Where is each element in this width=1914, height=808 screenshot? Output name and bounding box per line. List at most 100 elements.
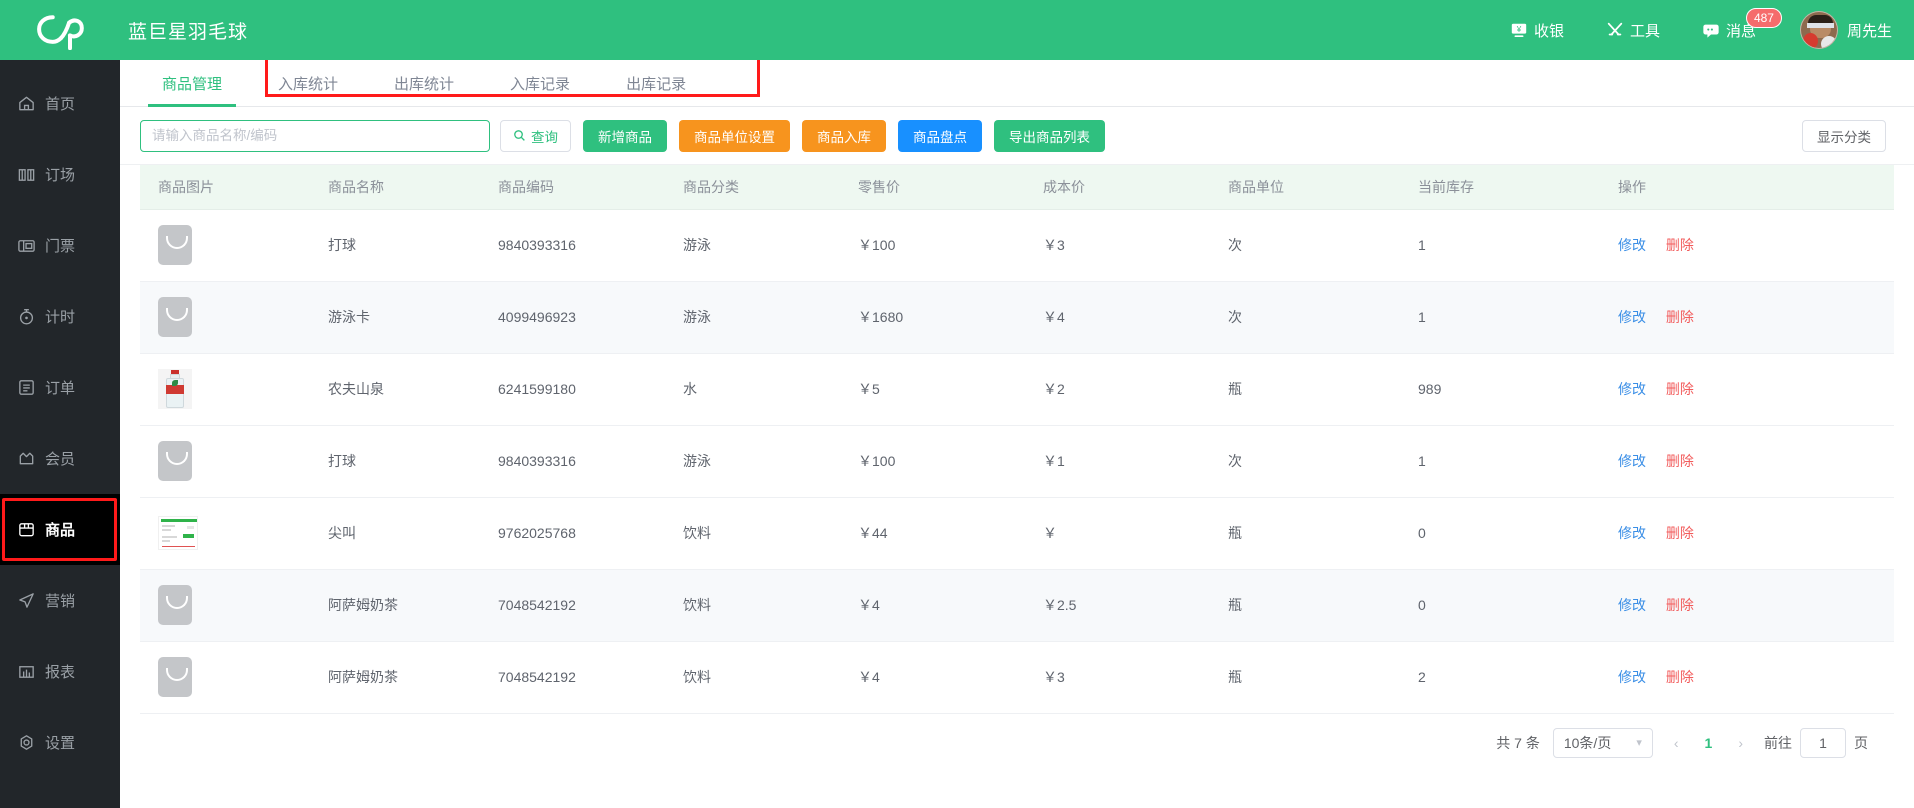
brand-title: 蓝巨星羽毛球 [128, 21, 249, 43]
cell-code: 9840393316 [480, 209, 665, 282]
placeholder-thumb-icon[interactable] [158, 657, 192, 697]
top-header: 蓝巨星羽毛球 ¥ 收银 工具 消息 487 周先生 [0, 0, 1914, 60]
edit-link[interactable]: 修改 [1618, 669, 1646, 685]
app-logo[interactable] [0, 0, 120, 60]
header-item-tools[interactable]: 工具 [1606, 20, 1660, 41]
water-bottle-thumb-icon[interactable] [158, 369, 192, 409]
sidebar-item-goods[interactable]: 商品 [0, 494, 120, 565]
ticket-icon [17, 236, 36, 255]
edit-link[interactable]: 修改 [1618, 237, 1646, 253]
header-item-message[interactable]: 消息 487 [1702, 7, 1782, 41]
page-size-value: 10条/页 [1563, 734, 1612, 751]
delete-link[interactable]: 删除 [1666, 381, 1694, 397]
edit-link[interactable]: 修改 [1618, 525, 1646, 541]
delete-link[interactable]: 删除 [1666, 525, 1694, 541]
sidebar-item-order[interactable]: 订单 [0, 352, 120, 423]
tab-inbound-stats[interactable]: 入库统计 [264, 60, 352, 106]
cell-image [140, 641, 310, 714]
sidebar-item-home[interactable]: 首页 [0, 68, 120, 139]
table-header-row: 商品图片 商品名称 商品编码 商品分类 零售价 成本价 商品单位 当前库存 操作 [140, 165, 1894, 210]
sidebar-item-settings[interactable]: 设置 [0, 707, 120, 778]
cell-code: 9762025768 [480, 497, 665, 570]
placeholder-thumb-icon[interactable] [158, 441, 192, 481]
booking-icon [17, 165, 36, 184]
cell-unit: 瓶 [1210, 641, 1400, 714]
app-root: 蓝巨星羽毛球 ¥ 收银 工具 消息 487 周先生 首页 订场 门票 计时 订单… [0, 0, 1914, 808]
edit-link[interactable]: 修改 [1618, 453, 1646, 469]
delete-link[interactable]: 删除 [1666, 669, 1694, 685]
delete-link[interactable]: 删除 [1666, 453, 1694, 469]
product-table: 商品图片 商品名称 商品编码 商品分类 零售价 成本价 商品单位 当前库存 操作 [140, 165, 1894, 714]
report-icon [17, 662, 36, 681]
delete-link[interactable]: 删除 [1666, 237, 1694, 253]
search-input[interactable] [140, 119, 490, 152]
page-size-select[interactable]: 10条/页 ▾ [1552, 727, 1653, 758]
prev-page-button[interactable]: ‹ [1666, 735, 1687, 751]
table-row[interactable]: 阿萨姆奶茶 7048542192 饮料 ￥4 ￥2.5 瓶 0 修改 删除 [140, 569, 1894, 642]
table-row[interactable]: 尖叫 9762025768 饮料 ￥44 ￥ 瓶 0 修改 删除 [140, 497, 1894, 570]
cell-code: 6241599180 [480, 353, 665, 426]
placeholder-thumb-icon[interactable] [158, 225, 192, 265]
cell-stock: 2 [1400, 641, 1600, 714]
sidebar-item-timer[interactable]: 计时 [0, 281, 120, 352]
timer-icon [17, 307, 36, 326]
cell-image [140, 569, 310, 642]
delete-link[interactable]: 删除 [1666, 309, 1694, 325]
sidebar-item-member[interactable]: 会员 [0, 423, 120, 494]
header-item-cashier[interactable]: ¥ 收银 [1510, 20, 1564, 41]
table-row[interactable]: 游泳卡 4099496923 游泳 ￥1680 ￥4 次 1 修改 删除 [140, 281, 1894, 354]
cell-stock: 0 [1400, 569, 1600, 642]
edit-link[interactable]: 修改 [1618, 309, 1646, 325]
cell-category: 饮料 [665, 569, 840, 642]
header-actions: ¥ 收银 工具 消息 487 周先生 [1468, 7, 1914, 49]
tab-product-management[interactable]: 商品管理 [148, 60, 237, 107]
next-page-button[interactable]: › [1730, 735, 1751, 751]
delete-link[interactable]: 删除 [1666, 597, 1694, 613]
avatar [1799, 11, 1838, 49]
user-menu[interactable]: 周先生 [1799, 11, 1892, 49]
placeholder-thumb-icon[interactable] [158, 297, 192, 337]
sidebar-item-booking[interactable]: 订场 [0, 139, 120, 210]
edit-link[interactable]: 修改 [1618, 597, 1646, 613]
col-cost: 成本价 [1025, 165, 1210, 210]
col-category: 商品分类 [665, 165, 840, 210]
product-unit-settings-button[interactable]: 商品单位设置 [679, 119, 790, 152]
sidebar-item-report[interactable]: 报表 [0, 636, 120, 707]
tab-outbound-stats[interactable]: 出库统计 [380, 60, 468, 106]
cell-price: ￥4 [840, 641, 1025, 714]
sidebar-item-label: 商品 [45, 522, 76, 539]
sidebar-item-label: 门票 [45, 238, 76, 255]
tab-inbound-records[interactable]: 入库记录 [496, 60, 584, 106]
sidebar-item-marketing[interactable]: 营销 [0, 565, 120, 636]
tab-label: 出库统计 [394, 75, 455, 93]
message-badge: 487 [1745, 7, 1782, 28]
marketing-icon [17, 591, 36, 610]
add-product-button[interactable]: 新增商品 [583, 119, 667, 152]
edit-link[interactable]: 修改 [1618, 381, 1646, 397]
document-thumb-icon[interactable] [158, 516, 198, 550]
page-number-1[interactable]: 1 [1700, 735, 1718, 751]
tab-outbound-records[interactable]: 出库记录 [612, 60, 700, 106]
table-row[interactable]: 农夫山泉 6241599180 水 ￥5 ￥2 瓶 989 修改 删除 [140, 353, 1894, 426]
table-row[interactable]: 打球 9840393316 游泳 ￥100 ￥1 次 1 修改 删除 [140, 425, 1894, 498]
query-button[interactable]: 查询 [500, 119, 571, 152]
order-icon [17, 378, 36, 397]
cell-price: ￥44 [840, 497, 1025, 570]
placeholder-thumb-icon[interactable] [158, 585, 192, 625]
col-image: 商品图片 [140, 165, 310, 210]
table-row[interactable]: 打球 9840393316 游泳 ￥100 ￥3 次 1 修改 删除 [140, 209, 1894, 282]
sidebar-item-ticket[interactable]: 门票 [0, 210, 120, 281]
show-category-button[interactable]: 显示分类 [1802, 119, 1886, 152]
product-inbound-button[interactable]: 商品入库 [802, 119, 886, 152]
toolbar: 查询 新增商品 商品单位设置 商品入库 商品盘点 导出商品列表 显示分类 [120, 107, 1914, 165]
cell-actions: 修改 删除 [1600, 425, 1894, 498]
jump-label: 前往 [1764, 734, 1792, 751]
cell-cost: ￥2 [1025, 353, 1210, 426]
table-row[interactable]: 阿萨姆奶茶 7048542192 饮料 ￥4 ￥3 瓶 2 修改 删除 [140, 641, 1894, 714]
cell-category: 游泳 [665, 209, 840, 282]
export-product-list-button[interactable]: 导出商品列表 [994, 119, 1105, 152]
page-jump-input[interactable] [1800, 727, 1846, 758]
product-stocktake-button[interactable]: 商品盘点 [898, 119, 982, 152]
main-content: 商品管理 入库统计 出库统计 入库记录 出库记录 请输入商品名称/编码 查询 新… [120, 52, 1914, 808]
home-icon [17, 94, 36, 113]
